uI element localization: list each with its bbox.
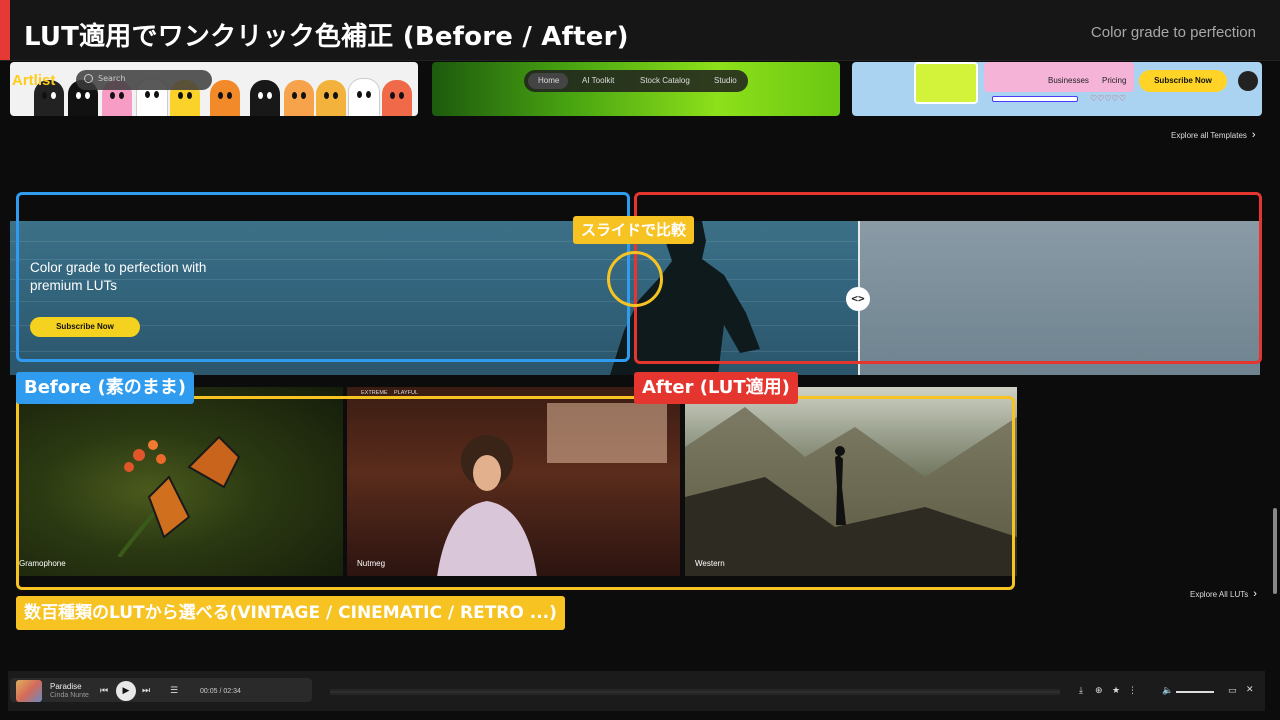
after-label: After (LUT適用) xyxy=(634,372,798,404)
slide-compare-label: スライドで比較 xyxy=(573,216,695,244)
more-icon[interactable]: ⋮ xyxy=(1128,686,1137,696)
page-scrollbar[interactable] xyxy=(1273,508,1277,594)
template-nav: Home AI Toolkit Stock Catalog Studio xyxy=(524,70,748,92)
track-title[interactable]: Paradise xyxy=(50,682,82,691)
nav-item-stock-catalog[interactable]: Stock Catalog xyxy=(640,76,690,85)
prev-icon[interactable]: ⏮ xyxy=(100,686,108,696)
luts-highlight-box xyxy=(16,396,1015,590)
character-illustration xyxy=(348,78,380,116)
search-icon xyxy=(84,74,93,83)
character-illustration xyxy=(316,80,346,116)
chevron-right-icon: › xyxy=(1253,588,1257,600)
volume-slider[interactable] xyxy=(1176,691,1214,693)
chevron-right-icon: › xyxy=(1251,129,1256,141)
track-thumbnail[interactable] xyxy=(16,680,42,702)
nav-item-studio[interactable]: Studio xyxy=(714,76,737,85)
volume-icon[interactable]: 🔈 xyxy=(1162,686,1173,696)
template-thumbnail-3[interactable]: ♡♡♡♡♡ Businesses Pricing Subscribe Now xyxy=(852,62,1262,116)
character-illustration xyxy=(382,80,412,116)
explore-luts-link[interactable]: Explore All LUTs › xyxy=(1190,588,1257,600)
after-highlight-box xyxy=(634,192,1262,364)
before-highlight-box xyxy=(16,192,630,362)
play-icon[interactable]: ▶ xyxy=(116,681,136,701)
add-icon[interactable]: ⊕ xyxy=(1095,686,1103,696)
template-card-illustration xyxy=(914,62,978,104)
template-search-input[interactable]: Search xyxy=(76,70,212,90)
template-thumbnail-1[interactable]: Artlist Search xyxy=(10,62,418,116)
favorite-icon[interactable]: ★ xyxy=(1112,686,1120,696)
subscribe-button[interactable]: Subscribe Now xyxy=(1139,70,1227,92)
explore-luts-label: Explore All LUTs xyxy=(1190,590,1249,599)
track-artist[interactable]: Cinda Nunte xyxy=(50,692,89,699)
character-illustration xyxy=(250,80,280,116)
nav-item-ai-toolkit[interactable]: AI Toolkit xyxy=(582,76,614,85)
explore-templates-label: Explore all Templates xyxy=(1171,131,1247,140)
avatar[interactable] xyxy=(1238,71,1258,91)
artlist-logo: Artlist xyxy=(12,72,56,89)
character-illustration xyxy=(210,80,240,116)
luts-caption: 数百種類のLUTから選べる(VINTAGE / CINEMATIC / RETR… xyxy=(16,596,565,630)
next-icon[interactable]: ⏭ xyxy=(142,686,150,696)
slider-highlight-circle xyxy=(607,251,663,307)
download-icon[interactable]: ⤓ xyxy=(1079,686,1083,696)
waveform[interactable] xyxy=(330,686,1060,698)
page-subtitle: Color grade to perfection xyxy=(1090,24,1256,41)
pip-icon[interactable]: ▭ xyxy=(1228,686,1237,696)
hearts-icon: ♡♡♡♡♡ xyxy=(1090,94,1126,103)
explore-templates-link[interactable]: Explore all Templates › xyxy=(1171,129,1256,141)
search-placeholder: Search xyxy=(98,74,126,83)
playback-time: 00:05 / 02:34 xyxy=(200,688,241,695)
nav-link-businesses[interactable]: Businesses xyxy=(1048,76,1089,85)
close-icon[interactable]: ✕ xyxy=(1246,685,1254,695)
template-thumbnail-2[interactable]: Home AI Toolkit Stock Catalog Studio xyxy=(432,62,840,116)
nav-item-home[interactable]: Home xyxy=(538,76,559,85)
title-accent xyxy=(0,0,10,60)
nav-link-pricing[interactable]: Pricing xyxy=(1102,76,1126,85)
page-title: LUT適用でワンクリック色補正 (Before / After) xyxy=(24,22,629,52)
template-slider xyxy=(992,96,1078,102)
character-illustration xyxy=(284,80,314,116)
before-label: Before (素のまま) xyxy=(16,372,194,404)
queue-icon[interactable]: ☰ xyxy=(170,686,178,696)
